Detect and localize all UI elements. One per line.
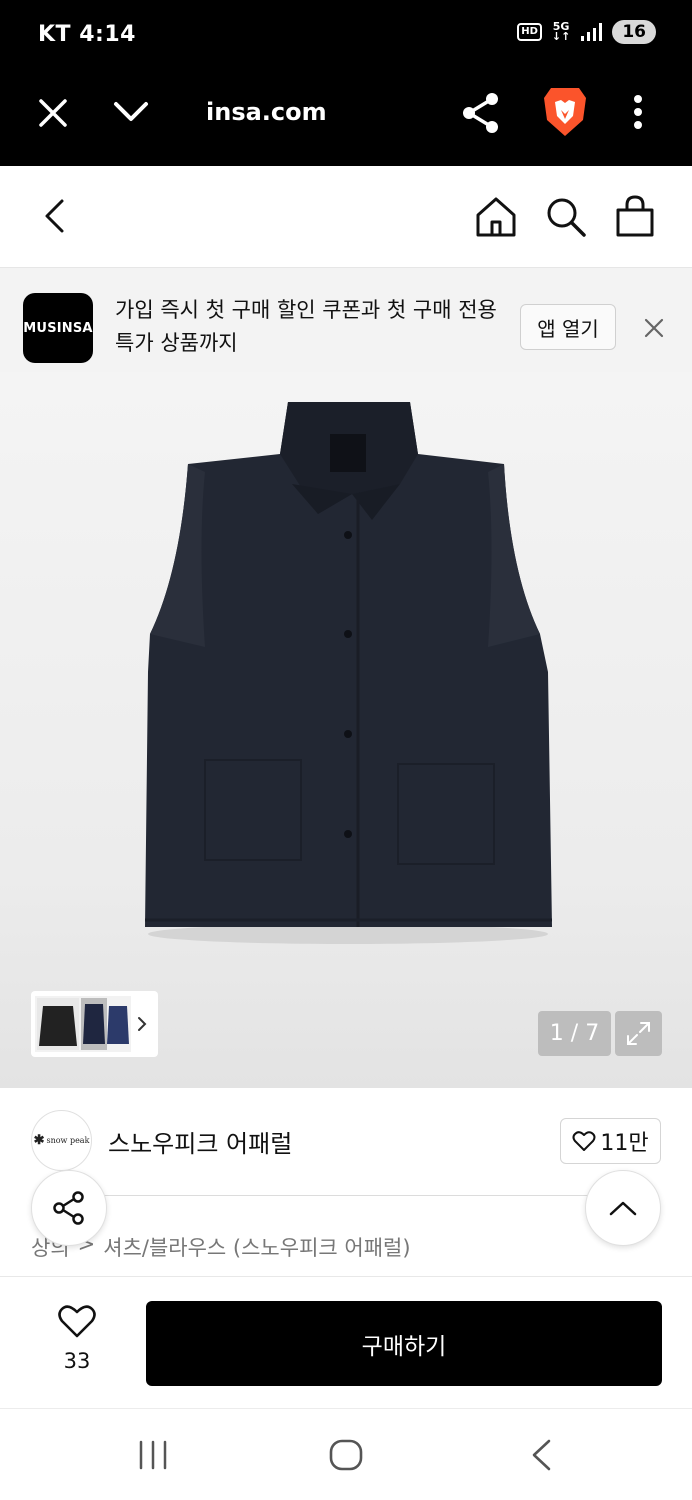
clock: 4:14 [79, 22, 136, 47]
back-nav-icon[interactable] [529, 1438, 553, 1472]
recent-apps-icon[interactable] [136, 1439, 170, 1471]
buy-button[interactable]: 구매하기 [146, 1301, 662, 1386]
expand-icon [627, 1022, 650, 1045]
close-icon[interactable] [644, 318, 664, 338]
image-counter: 1 / 7 [538, 1011, 611, 1056]
purchase-bar: 33 구매하기 [0, 1276, 692, 1408]
brand-like-button[interactable]: 11만 [560, 1118, 661, 1164]
wishlist-count: 33 [63, 1349, 91, 1373]
browser-toolbar: insa.com [0, 70, 692, 166]
wishlist-button[interactable]: 33 [46, 1303, 108, 1373]
home-button-icon[interactable] [328, 1438, 364, 1472]
chevron-down-icon[interactable] [113, 100, 149, 124]
product-image [145, 402, 552, 944]
signal-icon [581, 23, 603, 41]
hd-voice-icon: HD [517, 23, 542, 41]
chevron-right-icon[interactable] [137, 1016, 147, 1032]
search-icon[interactable] [545, 196, 587, 238]
app-install-banner: MUSINSA 가입 즉시 첫 구매 할인 쿠폰과 첫 구매 전용 특가 상품까… [0, 268, 692, 372]
scroll-top-button[interactable] [585, 1170, 661, 1246]
share-icon[interactable] [461, 92, 501, 134]
status-icons: HD 5G ↓↑ 16 [517, 20, 656, 44]
banner-message: 가입 즉시 첫 구매 할인 쿠폰과 첫 구매 전용 특가 상품까지 [115, 298, 497, 355]
product-image-gallery[interactable]: 1 / 7 [0, 372, 692, 1088]
site-header [0, 166, 692, 268]
brand-logo[interactable]: ✱ snow peak [31, 1110, 92, 1171]
carrier-time: KT 4:14 [38, 22, 136, 47]
close-icon[interactable] [38, 98, 68, 128]
shopping-bag-icon[interactable] [615, 194, 655, 238]
chevron-up-icon [609, 1201, 637, 1216]
brand-logo-text: snow peak [46, 1136, 90, 1145]
thumbnail-strip[interactable] [31, 991, 158, 1057]
snowflake-icon: ✱ [33, 1133, 45, 1148]
musinsa-logo: MUSINSA [23, 293, 93, 363]
open-app-button[interactable]: 앱 열기 [520, 304, 616, 350]
brand-section: ✱ snow peak 스노우피크 어패럴 11만 상의 > 셔츠/블라우스 (… [0, 1088, 692, 1276]
expand-button[interactable] [615, 1011, 662, 1056]
url-bar[interactable]: insa.com [206, 98, 327, 126]
back-icon[interactable] [42, 198, 66, 234]
system-navigation-bar [0, 1408, 692, 1500]
share-button[interactable] [31, 1170, 107, 1246]
brand-like-count: 11만 [600, 1131, 649, 1156]
battery-indicator: 16 [612, 20, 656, 44]
heart-icon [572, 1131, 596, 1151]
divider [98, 1195, 593, 1196]
brave-lion-icon[interactable] [543, 86, 587, 138]
brand-name[interactable]: 스노우피크 어패럴 [108, 1124, 292, 1159]
home-icon[interactable] [475, 196, 517, 238]
status-bar: KT 4:14 HD 5G ↓↑ 16 [0, 0, 692, 70]
color-thumbnails[interactable] [35, 996, 131, 1052]
breadcrumb-item[interactable]: 셔츠/블라우스 (스노우피크 어패럴) [103, 1232, 410, 1262]
share-icon [53, 1191, 84, 1225]
carrier: KT [38, 22, 72, 47]
more-vertical-icon[interactable] [632, 94, 644, 130]
heart-icon [58, 1305, 96, 1338]
network-5g-icon: 5G ↓↑ [551, 20, 571, 43]
